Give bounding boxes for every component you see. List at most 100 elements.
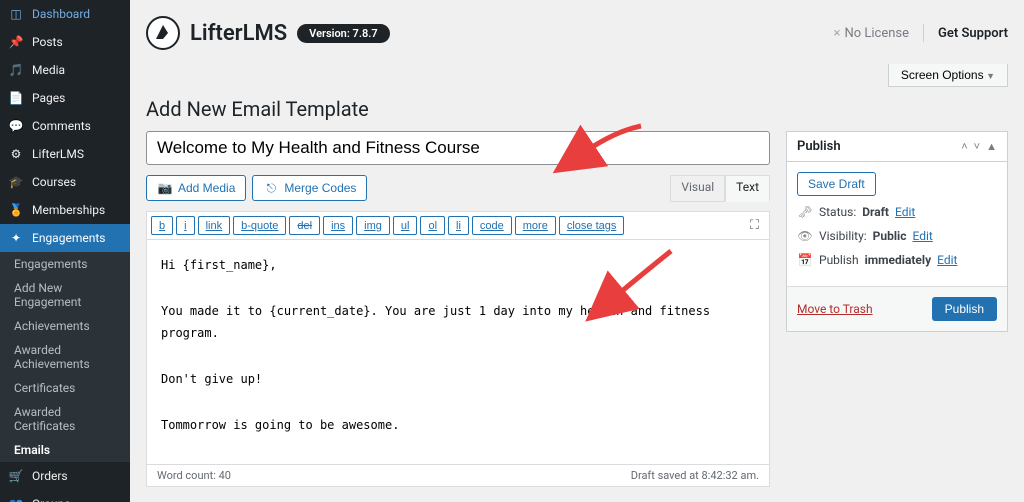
lifter-icon: ⚙ — [8, 146, 24, 162]
sidebar-item-memberships[interactable]: 🏅Memberships — [0, 196, 130, 224]
sidebar-item-courses[interactable]: 🎓 Courses — [0, 168, 130, 196]
fullscreen-icon[interactable]: ⛶ — [744, 216, 765, 235]
sidebar-item-label: Comments — [32, 119, 91, 133]
cart-icon: 🛒 — [8, 468, 24, 484]
comment-icon: 💬 — [8, 118, 24, 134]
grad-icon: 🎓 — [8, 174, 24, 190]
visibility-label: Visibility: — [819, 229, 867, 243]
sidebar-item-pages[interactable]: 📄 Pages — [0, 84, 130, 112]
qt-close-tags[interactable]: close tags — [559, 216, 625, 235]
qt-i[interactable]: i — [176, 216, 194, 235]
status-label: Status: — [819, 205, 856, 219]
brand-logo-icon — [146, 16, 180, 50]
sidebar-item-engagements[interactable]: ✦ Engagements — [0, 224, 130, 252]
sidebar-item-label: Memberships — [32, 203, 105, 217]
sidebar-item-label: Posts — [32, 35, 63, 49]
edit-publish-link[interactable]: Edit — [937, 253, 957, 267]
move-to-trash-link[interactable]: Move to Trash — [797, 302, 873, 316]
divider — [923, 24, 924, 42]
calendar-icon: 📅 — [797, 252, 813, 268]
qt-bquote[interactable]: b-quote — [233, 216, 286, 235]
qt-img[interactable]: img — [356, 216, 390, 235]
edit-visibility-link[interactable]: Edit — [912, 229, 932, 243]
sub-item-certificates[interactable]: Certificates — [0, 376, 130, 400]
save-draft-button[interactable]: Save Draft — [797, 172, 876, 196]
edit-status-link[interactable]: Edit — [895, 205, 915, 219]
tab-text[interactable]: Text — [725, 175, 770, 202]
qt-b[interactable]: b — [151, 216, 173, 235]
email-title-input[interactable] — [146, 131, 770, 165]
merge-codes-button[interactable]: ⎋ Merge Codes — [252, 175, 367, 201]
qt-ul[interactable]: ul — [393, 216, 418, 235]
text-editor: b i link b-quote del ins img ul ol li co… — [146, 211, 770, 487]
sidebar-item-label: Dashboard — [32, 7, 90, 21]
screen-options-wrap: Screen Options — [146, 64, 1008, 87]
sub-item-emails[interactable]: Emails — [0, 438, 130, 462]
sub-item-awarded-achievements[interactable]: Awarded Achievements — [0, 338, 130, 376]
publish-value: immediately — [865, 253, 932, 267]
sidebar-item-label: Courses — [32, 175, 76, 189]
sub-item-add-new-engagement[interactable]: Add New Engagement — [0, 276, 130, 314]
version-pill: Version: 7.8.7 — [297, 24, 390, 43]
screen-options-button[interactable]: Screen Options — [888, 64, 1008, 87]
sidebar-item-label: Orders — [32, 469, 68, 483]
group-icon: 👥 — [8, 496, 24, 502]
pin-icon: 📌 — [8, 34, 24, 50]
main-content: LifterLMS Version: 7.8.7 No License Get … — [130, 0, 1024, 502]
publish-metabox: Publish ˄ ˅ ▲ Save Draft 🗝Status: Draft … — [786, 131, 1008, 332]
sidebar-item-label: Groups — [32, 497, 71, 502]
sidebar-item-posts[interactable]: 📌 Posts — [0, 28, 130, 56]
word-count: Word count: 40 — [157, 469, 231, 482]
eye-icon: 👁 — [797, 228, 813, 244]
sidebar-item-comments[interactable]: 💬 Comments — [0, 112, 130, 140]
admin-sidebar: ◫ Dashboard 📌 Posts 🎵Media 📄 Pages 💬 Comment… — [0, 0, 130, 502]
metabox-up-icon[interactable]: ˄ — [961, 140, 967, 153]
sidebar-submenu: Engagements Add New Engagement Achieveme… — [0, 252, 130, 462]
sidebar-item-lifterlms[interactable]: ⚙ LifterLMS — [0, 140, 130, 168]
sub-item-awarded-certificates[interactable]: Awarded Certificates — [0, 400, 130, 438]
email-body-textarea[interactable] — [147, 240, 769, 460]
sidebar-item-label: Engagements — [32, 231, 105, 245]
draft-saved: Draft saved at 8:42:32 am. — [631, 469, 759, 482]
media-icon: 🎵 — [8, 62, 24, 78]
metabox-down-icon[interactable]: ˅ — [974, 140, 980, 153]
qt-more[interactable]: more — [515, 216, 556, 235]
dashboard-icon: ◫ — [8, 6, 24, 22]
visibility-value: Public — [873, 229, 907, 243]
sub-item-engagements[interactable]: Engagements — [0, 252, 130, 276]
qt-del[interactable]: del — [289, 216, 320, 235]
sub-item-achievements[interactable]: Achievements — [0, 314, 130, 338]
button-label: Add Media — [178, 181, 235, 195]
qt-link[interactable]: link — [198, 216, 231, 235]
button-label: Merge Codes — [284, 181, 356, 195]
tab-visual[interactable]: Visual — [670, 175, 725, 202]
qt-code[interactable]: code — [472, 216, 512, 235]
brand: LifterLMS Version: 7.8.7 — [146, 16, 390, 50]
page-icon: 📄 — [8, 90, 24, 106]
topbar-right: No License Get Support — [833, 24, 1008, 42]
add-media-button[interactable]: 📷 Add Media — [146, 175, 246, 201]
publish-title: Publish — [797, 139, 841, 154]
qt-ins[interactable]: ins — [323, 216, 353, 235]
no-license-link[interactable]: No License — [833, 26, 909, 41]
engage-icon: ✦ — [8, 230, 24, 246]
sidebar-item-media[interactable]: 🎵Media — [0, 56, 130, 84]
camera-icon: 📷 — [157, 180, 173, 196]
metabox-toggle-icon[interactable]: ▲ — [986, 140, 997, 153]
quicktags-toolbar: b i link b-quote del ins img ul ol li co… — [147, 212, 769, 240]
merge-icon: ⎋ — [263, 180, 279, 196]
publish-button[interactable]: Publish — [932, 297, 997, 321]
key-icon: 🗝 — [797, 204, 813, 220]
publish-label: Publish — [819, 253, 859, 267]
topbar: LifterLMS Version: 7.8.7 No License Get … — [146, 0, 1008, 64]
sidebar-item-orders[interactable]: 🛒 Orders — [0, 462, 130, 490]
sidebar-item-label: Pages — [32, 91, 65, 105]
status-value: Draft — [862, 205, 889, 219]
sidebar-item-groups[interactable]: 👥 Groups — [0, 490, 130, 502]
sidebar-item-label: LifterLMS — [32, 147, 84, 161]
qt-ol[interactable]: ol — [420, 216, 445, 235]
sidebar-item-dashboard[interactable]: ◫ Dashboard — [0, 0, 130, 28]
page-title: Add New Email Template — [146, 97, 1008, 121]
get-support-link[interactable]: Get Support — [938, 26, 1008, 41]
qt-li[interactable]: li — [448, 216, 469, 235]
